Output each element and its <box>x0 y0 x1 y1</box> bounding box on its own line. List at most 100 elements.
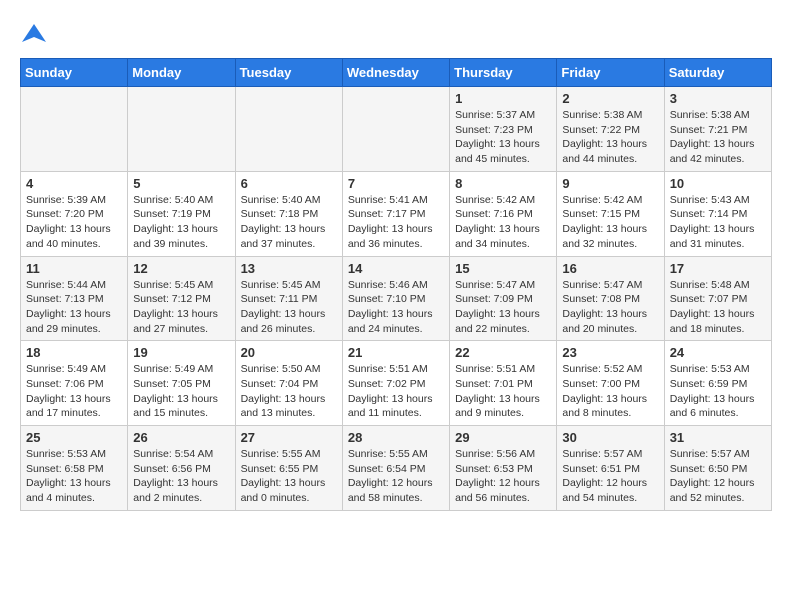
calendar-cell: 3 Sunrise: 5:38 AM Sunset: 7:21 PM Daylig… <box>664 87 771 172</box>
day-number: 1 <box>455 91 551 106</box>
day-info: Sunrise: 5:38 AM Sunset: 7:21 PM Dayligh… <box>670 108 766 167</box>
day-number: 16 <box>562 261 658 276</box>
day-number: 20 <box>241 345 337 360</box>
day-info: Sunrise: 5:51 AM Sunset: 7:02 PM Dayligh… <box>348 362 444 421</box>
day-number: 19 <box>133 345 229 360</box>
day-info: Sunrise: 5:42 AM Sunset: 7:15 PM Dayligh… <box>562 193 658 252</box>
day-info: Sunrise: 5:55 AM Sunset: 6:54 PM Dayligh… <box>348 447 444 506</box>
weekday-header-monday: Monday <box>128 59 235 87</box>
calendar-cell: 14Sunrise: 5:46 AM Sunset: 7:10 PM Dayli… <box>342 256 449 341</box>
logo-bird-icon <box>20 20 48 48</box>
weekday-header-friday: Friday <box>557 59 664 87</box>
day-number: 22 <box>455 345 551 360</box>
day-info: Sunrise: 5:47 AM Sunset: 7:08 PM Dayligh… <box>562 278 658 337</box>
weekday-header-wednesday: Wednesday <box>342 59 449 87</box>
week-row-2: 4 Sunrise: 5:39 AM Sunset: 7:20 PM Daylig… <box>21 171 772 256</box>
calendar-cell: 18 Sunrise: 5:49 AM Sunset: 7:06 PM Dayli… <box>21 341 128 426</box>
day-info: Sunrise: 5:53 AM Sunset: 6:58 PM Dayligh… <box>26 447 122 506</box>
calendar-cell: 22 Sunrise: 5:51 AM Sunset: 7:01 PM Dayli… <box>450 341 557 426</box>
calendar-cell <box>235 87 342 172</box>
day-number: 11 <box>26 261 122 276</box>
day-info: Sunrise: 5:40 AM Sunset: 7:19 PM Dayligh… <box>133 193 229 252</box>
day-number: 2 <box>562 91 658 106</box>
calendar-cell: 10 Sunrise: 5:43 AM Sunset: 7:14 PM Dayli… <box>664 171 771 256</box>
calendar-cell <box>342 87 449 172</box>
calendar-cell: 15 Sunrise: 5:47 AM Sunset: 7:09 PM Dayli… <box>450 256 557 341</box>
calendar-cell: 13Sunrise: 5:45 AM Sunset: 7:11 PM Dayli… <box>235 256 342 341</box>
day-number: 14 <box>348 261 444 276</box>
day-info: Sunrise: 5:41 AM Sunset: 7:17 PM Dayligh… <box>348 193 444 252</box>
day-info: Sunrise: 5:39 AM Sunset: 7:20 PM Dayligh… <box>26 193 122 252</box>
calendar-header: SundayMondayTuesdayWednesdayThursdayFrid… <box>21 59 772 87</box>
calendar-cell: 11 Sunrise: 5:44 AM Sunset: 7:13 PM Dayli… <box>21 256 128 341</box>
calendar-cell: 16 Sunrise: 5:47 AM Sunset: 7:08 PM Dayli… <box>557 256 664 341</box>
week-row-1: 1 Sunrise: 5:37 AM Sunset: 7:23 PM Daylig… <box>21 87 772 172</box>
day-number: 10 <box>670 176 766 191</box>
day-number: 6 <box>241 176 337 191</box>
calendar-cell: 24Sunrise: 5:53 AM Sunset: 6:59 PM Dayli… <box>664 341 771 426</box>
calendar-cell: 31 Sunrise: 5:57 AM Sunset: 6:50 PM Dayli… <box>664 426 771 511</box>
day-number: 3 <box>670 91 766 106</box>
calendar-cell: 21 Sunrise: 5:51 AM Sunset: 7:02 PM Dayli… <box>342 341 449 426</box>
day-info: Sunrise: 5:52 AM Sunset: 7:00 PM Dayligh… <box>562 362 658 421</box>
calendar-cell: 26Sunrise: 5:54 AM Sunset: 6:56 PM Dayli… <box>128 426 235 511</box>
day-info: Sunrise: 5:49 AM Sunset: 7:05 PM Dayligh… <box>133 362 229 421</box>
calendar-cell: 7 Sunrise: 5:41 AM Sunset: 7:17 PM Daylig… <box>342 171 449 256</box>
weekday-row: SundayMondayTuesdayWednesdayThursdayFrid… <box>21 59 772 87</box>
day-number: 4 <box>26 176 122 191</box>
day-info: Sunrise: 5:43 AM Sunset: 7:14 PM Dayligh… <box>670 193 766 252</box>
logo <box>20 20 54 48</box>
day-number: 5 <box>133 176 229 191</box>
day-info: Sunrise: 5:49 AM Sunset: 7:06 PM Dayligh… <box>26 362 122 421</box>
day-number: 26 <box>133 430 229 445</box>
day-info: Sunrise: 5:45 AM Sunset: 7:11 PM Dayligh… <box>241 278 337 337</box>
day-number: 7 <box>348 176 444 191</box>
day-number: 9 <box>562 176 658 191</box>
day-info: Sunrise: 5:44 AM Sunset: 7:13 PM Dayligh… <box>26 278 122 337</box>
day-number: 30 <box>562 430 658 445</box>
calendar-cell <box>128 87 235 172</box>
day-info: Sunrise: 5:42 AM Sunset: 7:16 PM Dayligh… <box>455 193 551 252</box>
day-info: Sunrise: 5:38 AM Sunset: 7:22 PM Dayligh… <box>562 108 658 167</box>
day-info: Sunrise: 5:51 AM Sunset: 7:01 PM Dayligh… <box>455 362 551 421</box>
day-info: Sunrise: 5:50 AM Sunset: 7:04 PM Dayligh… <box>241 362 337 421</box>
calendar-cell: 29Sunrise: 5:56 AM Sunset: 6:53 PM Dayli… <box>450 426 557 511</box>
day-number: 29 <box>455 430 551 445</box>
day-number: 12 <box>133 261 229 276</box>
calendar-cell: 12 Sunrise: 5:45 AM Sunset: 7:12 PM Dayli… <box>128 256 235 341</box>
week-row-5: 25Sunrise: 5:53 AM Sunset: 6:58 PM Dayli… <box>21 426 772 511</box>
calendar-cell: 1 Sunrise: 5:37 AM Sunset: 7:23 PM Daylig… <box>450 87 557 172</box>
day-info: Sunrise: 5:37 AM Sunset: 7:23 PM Dayligh… <box>455 108 551 167</box>
day-info: Sunrise: 5:47 AM Sunset: 7:09 PM Dayligh… <box>455 278 551 337</box>
calendar-cell: 23 Sunrise: 5:52 AM Sunset: 7:00 PM Dayli… <box>557 341 664 426</box>
weekday-header-saturday: Saturday <box>664 59 771 87</box>
day-info: Sunrise: 5:57 AM Sunset: 6:50 PM Dayligh… <box>670 447 766 506</box>
day-number: 21 <box>348 345 444 360</box>
calendar-cell: 6Sunrise: 5:40 AM Sunset: 7:18 PM Daylig… <box>235 171 342 256</box>
calendar-cell: 5 Sunrise: 5:40 AM Sunset: 7:19 PM Daylig… <box>128 171 235 256</box>
calendar-cell: 27 Sunrise: 5:55 AM Sunset: 6:55 PM Dayli… <box>235 426 342 511</box>
calendar-cell: 25Sunrise: 5:53 AM Sunset: 6:58 PM Dayli… <box>21 426 128 511</box>
week-row-3: 11 Sunrise: 5:44 AM Sunset: 7:13 PM Dayli… <box>21 256 772 341</box>
day-number: 27 <box>241 430 337 445</box>
calendar-cell: 19 Sunrise: 5:49 AM Sunset: 7:05 PM Dayli… <box>128 341 235 426</box>
day-info: Sunrise: 5:57 AM Sunset: 6:51 PM Dayligh… <box>562 447 658 506</box>
weekday-header-thursday: Thursday <box>450 59 557 87</box>
day-info: Sunrise: 5:55 AM Sunset: 6:55 PM Dayligh… <box>241 447 337 506</box>
calendar-cell: 8 Sunrise: 5:42 AM Sunset: 7:16 PM Daylig… <box>450 171 557 256</box>
calendar-cell: 4 Sunrise: 5:39 AM Sunset: 7:20 PM Daylig… <box>21 171 128 256</box>
day-number: 17 <box>670 261 766 276</box>
day-number: 15 <box>455 261 551 276</box>
day-number: 28 <box>348 430 444 445</box>
day-number: 23 <box>562 345 658 360</box>
day-number: 18 <box>26 345 122 360</box>
day-number: 8 <box>455 176 551 191</box>
calendar-cell: 17 Sunrise: 5:48 AM Sunset: 7:07 PM Dayli… <box>664 256 771 341</box>
day-number: 24 <box>670 345 766 360</box>
day-info: Sunrise: 5:48 AM Sunset: 7:07 PM Dayligh… <box>670 278 766 337</box>
weekday-header-tuesday: Tuesday <box>235 59 342 87</box>
day-info: Sunrise: 5:45 AM Sunset: 7:12 PM Dayligh… <box>133 278 229 337</box>
header <box>20 20 772 48</box>
calendar-cell: 28 Sunrise: 5:55 AM Sunset: 6:54 PM Dayli… <box>342 426 449 511</box>
day-number: 31 <box>670 430 766 445</box>
